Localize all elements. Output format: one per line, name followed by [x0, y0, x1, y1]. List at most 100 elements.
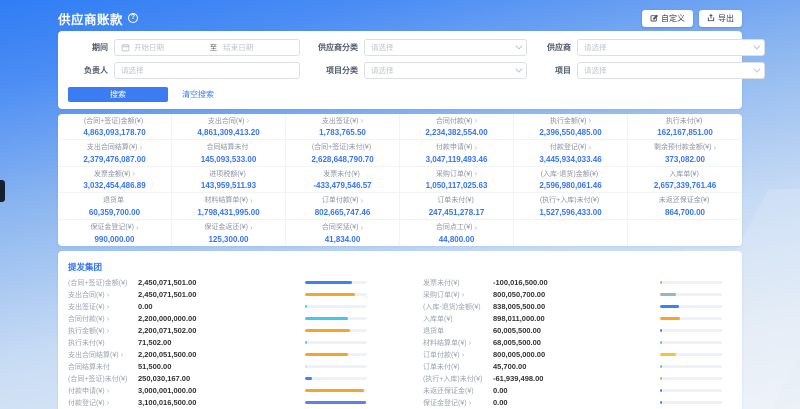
stat-cell[interactable]: 退货单 60,359,700.00 [58, 193, 172, 219]
stat-cell[interactable]: 剩余预付款金额(¥) › 373,082.00 [628, 140, 742, 166]
metric-row[interactable]: 合同付款(¥) › 2,200,000,000.00 [68, 313, 377, 325]
metric-row[interactable]: (合同+签证)未付(¥) 250,030,167.00 [68, 373, 377, 385]
metric-row[interactable]: 支出签证(¥) › 0.00 [68, 301, 377, 313]
stat-cell[interactable]: (合同+签证)金额(¥) 4,863,093,178.70 [58, 114, 172, 140]
stat-cell[interactable]: 合同付款(¥) › 2,234,382,554.00 [400, 114, 514, 140]
metric-row[interactable]: 发票未付(¥) -100,016,500.00 [423, 277, 732, 289]
metric-row[interactable]: 保证金登记(¥) › 0.00 [423, 397, 732, 409]
stat-label: 付款登记(¥) [550, 142, 587, 152]
page-title: 供应商账款 [58, 9, 123, 28]
metric-row[interactable]: (入库-退货)金额(¥) 838,005,500.00 [423, 301, 732, 313]
supplier-select[interactable]: 请选择 [577, 39, 765, 56]
stat-label: 采购订单(¥) [436, 169, 473, 179]
select-placeholder: 请选择 [121, 65, 293, 76]
stat-cell[interactable]: 发票金额(¥) › 3,032,454,486.89 [58, 167, 172, 193]
sidebar-collapse-handle[interactable] [0, 180, 5, 202]
project-category-select[interactable]: 请选择 [364, 62, 527, 79]
stat-value: 143,959,511.93 [201, 181, 256, 190]
stat-label: 发票未付(¥) [323, 169, 360, 179]
select-placeholder: 请选择 [584, 65, 753, 76]
metric-row[interactable]: (执行+入库)未付(¥) -61,939,498.00 [423, 373, 732, 385]
chevron-right-icon: › [462, 351, 465, 358]
metric-row[interactable]: 付款登记(¥) › 3,100,016,500.00 [68, 397, 377, 409]
metric-label: 材料结算单(¥) [423, 338, 467, 348]
customize-button[interactable]: 自定义 [642, 10, 693, 27]
progress-bar [660, 389, 722, 392]
start-date-input[interactable] [134, 43, 204, 52]
metric-row[interactable]: 支出合同(¥) › 2,450,071,501.00 [68, 289, 377, 301]
metric-row[interactable]: 合同结算未付 51,500.00 [68, 361, 377, 373]
metric-row[interactable]: 未返还保证金(¥) 0.00 [423, 385, 732, 397]
metric-row[interactable]: (合同+签证)金额(¥) 2,450,071,501.00 [68, 277, 377, 289]
stat-cell[interactable]: 合同奖惩(¥) › 41,834.00 [286, 220, 400, 246]
metric-row[interactable]: 付款申请(¥) › 3,000,001,000.00 [68, 385, 377, 397]
end-date-input[interactable] [223, 43, 293, 52]
stat-cell[interactable]: 材料结算单(¥) › 1,798,431,995.00 [172, 193, 286, 219]
search-button[interactable]: 搜索 [68, 87, 168, 102]
metric-row[interactable]: 订单付款(¥) › 800,005,000.00 [423, 349, 732, 361]
stat-label: 入库单(¥) [669, 169, 699, 179]
stat-cell[interactable]: 入库单(¥) 2,657,339,761.46 [628, 167, 742, 193]
chevron-right-icon: › [132, 170, 135, 177]
chevron-down-icon [515, 66, 522, 73]
metric-row[interactable]: 采购订单(¥) › 800,050,700.00 [423, 289, 732, 301]
metric-row[interactable]: 退货单 60,005,500.00 [423, 325, 732, 337]
owner-select[interactable]: 请选择 [114, 62, 300, 79]
stat-cell[interactable]: 支出合同(¥) › 4,861,309,413.20 [172, 114, 286, 140]
supplier-category-select[interactable]: 请选择 [364, 39, 527, 56]
metrics-columns: (合同+签证)金额(¥) 2,450,071,501.00 支出合同(¥) › … [68, 277, 732, 409]
metric-value: 838,005,500.00 [493, 302, 660, 311]
stat-cell[interactable]: (合同+签证)未付(¥) 2,628,648,790.70 [286, 140, 400, 166]
metric-row[interactable]: 执行未付(¥) 71,502.00 [68, 337, 377, 349]
stat-label: 材料结算单(¥) [204, 195, 248, 205]
stat-cell[interactable]: 订单付款(¥) › 802,665,747.46 [286, 193, 400, 219]
stat-cell[interactable]: 支出签证(¥) › 1,783,765.50 [286, 114, 400, 140]
stat-cell[interactable]: 付款申请(¥) › 3,047,119,493.46 [400, 140, 514, 166]
help-icon[interactable]: ? [128, 13, 138, 23]
progress-bar-fill [660, 281, 662, 284]
clear-search-button[interactable]: 清空搜索 [182, 89, 214, 100]
stat-cell[interactable]: 执行未付(¥) 162,167,851.00 [628, 114, 742, 140]
stat-cell[interactable]: 执行金额(¥) › 2,396,550,485.00 [514, 114, 628, 140]
progress-bar-fill [305, 341, 307, 344]
metric-row[interactable]: 支出合同结算(¥) › 2,200,051,500.00 [68, 349, 377, 361]
stat-cell[interactable]: (执行+入库)未付(¥) 1,527,596,433.00 [514, 193, 628, 219]
metric-value: 2,200,051,500.00 [138, 350, 305, 359]
stat-label: 执行金额(¥) [550, 116, 587, 126]
metric-row[interactable]: 执行金额(¥) › 2,200,071,502.00 [68, 325, 377, 337]
chevron-right-icon: › [107, 399, 110, 406]
progress-bar-fill [305, 305, 307, 308]
progress-bar-fill [305, 281, 352, 284]
stat-cell[interactable]: 保证金登记(¥) › 990,000.00 [58, 220, 172, 246]
metric-row[interactable]: 入库单(¥) 898,011,000.00 [423, 313, 732, 325]
stat-cell[interactable]: 发票未付(¥) -433,479,546.57 [286, 167, 400, 193]
metric-row[interactable]: 材料结算单(¥) › 68,005,500.00 [423, 337, 732, 349]
metric-label: 付款登记(¥) [68, 398, 105, 408]
stat-cell-empty [514, 220, 628, 246]
filter-panel: 期间 至 供应商分类 请选择 供应商 [58, 31, 742, 109]
metric-value: 0.00 [493, 386, 660, 395]
metric-row[interactable]: 订单未付(¥) 45,700.00 [423, 361, 732, 373]
chevron-right-icon: › [474, 144, 477, 151]
project-select[interactable]: 请选择 [577, 62, 765, 79]
stat-cell[interactable]: 采购订单(¥) › 1,050,117,025.63 [400, 167, 514, 193]
metric-label: 退货单 [423, 326, 444, 336]
progress-bar [660, 305, 722, 308]
metric-label: 支出签证(¥) [68, 302, 105, 312]
stat-cell[interactable]: 付款登记(¥) › 3,445,934,033.46 [514, 140, 628, 166]
chevron-right-icon: › [107, 327, 110, 334]
stat-value: 1,783,765.50 [319, 128, 366, 137]
stat-cell[interactable]: 订单未付(¥) 247,451,278.17 [400, 193, 514, 219]
stat-cell[interactable]: 未返还保证金(¥) 864,700.00 [628, 193, 742, 219]
metric-value: 3,000,001,000.00 [138, 386, 305, 395]
group-name-link[interactable]: 提发集团 [68, 261, 102, 273]
stat-cell[interactable]: 合同点工(¥) › 44,800.00 [400, 220, 514, 246]
stat-cell[interactable]: (入库-退货)金额(¥) 2,596,980,061.46 [514, 167, 628, 193]
date-range-input[interactable]: 至 [114, 39, 300, 56]
stat-value: -433,479,546.57 [313, 181, 371, 190]
stat-cell[interactable]: 合同结算未付 145,093,533.00 [172, 140, 286, 166]
export-button[interactable]: 导出 [699, 10, 742, 27]
stat-cell[interactable]: 保证金返还(¥) › 125,300.00 [172, 220, 286, 246]
stat-cell[interactable]: 进项税额(¥) 143,959,511.93 [172, 167, 286, 193]
stat-cell[interactable]: 支出合同结算(¥) › 2,379,476,087.00 [58, 140, 172, 166]
